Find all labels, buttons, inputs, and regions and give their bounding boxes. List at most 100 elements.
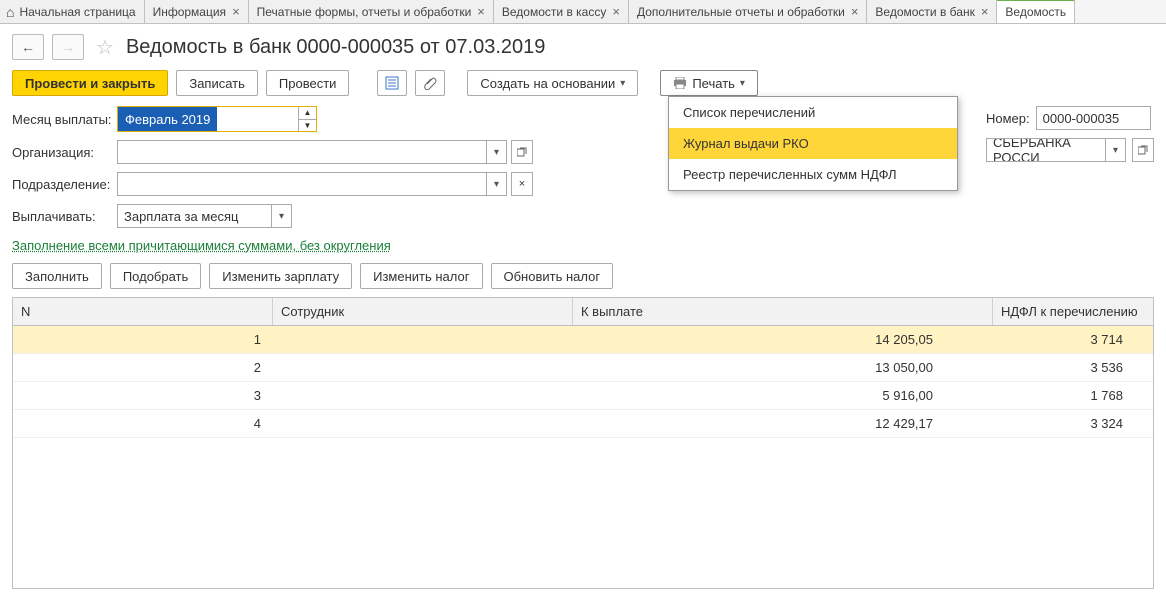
close-icon[interactable]: × [232,4,240,19]
chevron-down-icon[interactable]: ▾ [271,205,291,227]
chevron-down-icon[interactable]: ▾ [486,141,506,163]
change-salary-button[interactable]: Изменить зарплату [209,263,352,289]
month-field[interactable]: Февраль 2019 ▲ ▼ [117,106,317,132]
tab-cash-statements[interactable]: Ведомости в кассу × [494,0,629,23]
org-value [118,141,486,163]
submit-close-button[interactable]: Провести и закрыть [12,70,168,96]
save-button[interactable]: Записать [176,70,258,96]
chevron-down-icon: ▾ [740,78,745,89]
open-ref-button[interactable] [511,140,533,164]
cell-ndfl: 1 768 [993,382,1153,409]
open-ref-button[interactable] [1132,138,1154,162]
tab-print-forms[interactable]: Печатные формы, отчеты и обработки × [249,0,494,23]
cell-n: 1 [13,326,273,353]
dept-field[interactable]: ▾ [117,172,507,196]
grid-empty-space [13,438,1153,588]
cell-employee [273,382,573,409]
cell-n: 2 [13,354,273,381]
cell-pay: 13 050,00 [573,354,993,381]
nav-back-button[interactable]: ← [12,34,44,60]
pay-label: Выплачивать: [12,209,117,224]
pay-type-field[interactable]: Зарплата за месяц ▾ [117,204,292,228]
update-tax-button[interactable]: Обновить налог [491,263,614,289]
tab-addl-reports[interactable]: Дополнительные отчеты и обработки × [629,0,867,23]
chevron-down-icon[interactable]: ▾ [1105,139,1125,161]
star-icon[interactable]: ☆ [92,35,118,60]
col-pay[interactable]: К выплате [573,298,993,325]
fill-button[interactable]: Заполнить [12,263,102,289]
number-value: 0000-000035 [1043,111,1120,126]
month-spinner[interactable]: ▲ ▼ [298,107,316,131]
tab-label: Начальная страница [19,5,135,19]
change-tax-button[interactable]: Изменить налог [360,263,482,289]
home-icon: ⌂ [6,4,14,20]
open-icon [517,147,527,157]
bank-field[interactable]: СБЕРБАНКА РОССИ ▾ [986,138,1126,162]
row-org: Организация: ▾ [12,140,1154,164]
cell-n: 3 [13,382,273,409]
month-value: Февраль 2019 [118,107,217,131]
print-menu-item-journal[interactable]: Журнал выдачи РКО [669,128,957,159]
cell-employee [273,410,573,437]
cell-ndfl: 3 714 [993,326,1153,353]
col-employee[interactable]: Сотрудник [273,298,573,325]
right-fields: Номер: 0000-000035 СБЕРБАНКА РОССИ ▾ [986,106,1154,170]
cell-employee [273,354,573,381]
cell-ndfl: 3 324 [993,410,1153,437]
spin-down-icon[interactable]: ▼ [299,120,316,132]
clear-button[interactable]: × [511,172,533,196]
tab-info[interactable]: Информация × [145,0,249,23]
cell-n: 4 [13,410,273,437]
tab-label: Ведомость [1005,5,1066,19]
tab-label: Информация [153,5,226,19]
close-icon[interactable]: × [612,4,620,19]
close-icon[interactable]: × [981,4,989,19]
button-label: Создать на основании [480,76,615,91]
list-icon-button[interactable] [377,70,407,96]
month-label: Месяц выплаты: [12,112,117,127]
grid-header: N Сотрудник К выплате НДФЛ к перечислени… [13,298,1153,326]
table-row[interactable]: 1 14 205,05 3 714 [13,326,1153,354]
table-row[interactable]: 4 12 429,17 3 324 [13,410,1153,438]
create-based-button[interactable]: Создать на основании ▾ [467,70,638,96]
close-icon[interactable]: × [851,4,859,19]
tab-label: Ведомости в кассу [502,5,606,19]
tab-home[interactable]: ⌂ Начальная страница [0,0,145,23]
col-ndfl[interactable]: НДФЛ к перечислению [993,298,1153,325]
row-pay: Выплачивать: Зарплата за месяц ▾ [12,204,1154,228]
list-icon [385,76,399,90]
bank-value: СБЕРБАНКА РОССИ [987,139,1105,161]
close-icon[interactable]: × [477,4,485,19]
print-menu-item-list[interactable]: Список перечислений [669,97,957,128]
print-menu-item-registry[interactable]: Реестр перечисленных сумм НДФЛ [669,159,957,190]
table-row[interactable]: 2 13 050,00 3 536 [13,354,1153,382]
org-field[interactable]: ▾ [117,140,507,164]
org-label: Организация: [12,145,117,160]
row-number: Номер: 0000-000035 [986,106,1154,130]
dept-value [118,173,486,195]
row-month: Месяц выплаты: Февраль 2019 ▲ ▼ [12,106,1154,132]
chevron-down-icon[interactable]: ▾ [486,173,506,195]
table-actions: Заполнить Подобрать Изменить зарплату Из… [0,263,1166,297]
attach-icon-button[interactable] [415,70,445,96]
tab-label: Дополнительные отчеты и обработки [637,5,845,19]
submit-button[interactable]: Провести [266,70,350,96]
table-row[interactable]: 3 5 916,00 1 768 [13,382,1153,410]
fill-settings-link[interactable]: Заполнение всеми причитающимися суммами,… [12,238,391,253]
number-field[interactable]: 0000-000035 [1036,106,1151,130]
tab-statement[interactable]: Ведомость [997,0,1075,23]
form-area: Месяц выплаты: Февраль 2019 ▲ ▼ Организа… [0,106,1166,228]
print-dropdown: Список перечислений Журнал выдачи РКО Ре… [668,96,958,191]
fill-link-row: Заполнение всеми причитающимися суммами,… [0,236,1166,263]
button-label: Печать [692,76,735,91]
pay-value: Зарплата за месяц [118,205,271,227]
chevron-down-icon: ▾ [620,78,625,89]
tab-bank-statements[interactable]: Ведомости в банк × [867,0,997,23]
print-button[interactable]: Печать ▾ [660,70,758,96]
nav-forward-button[interactable]: → [52,34,84,60]
row-dept: Подразделение: ▾ × [12,172,1154,196]
col-n[interactable]: N [13,298,273,325]
pick-button[interactable]: Подобрать [110,263,201,289]
cell-pay: 12 429,17 [573,410,993,437]
spin-up-icon[interactable]: ▲ [299,107,316,120]
